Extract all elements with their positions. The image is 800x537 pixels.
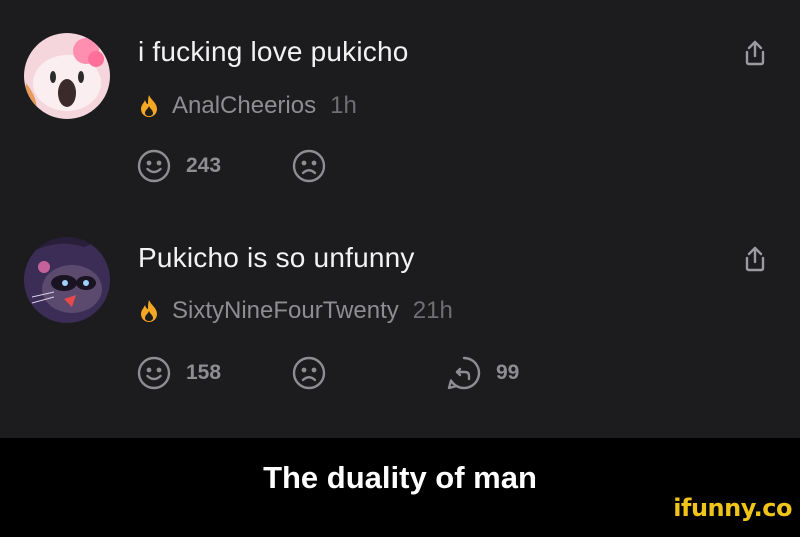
comment-actions: 158 99 — [136, 355, 636, 391]
replies-button[interactable]: 99 — [446, 355, 519, 391]
comment-meta: AnalCheerios 1h — [138, 91, 357, 121]
caption-text: The duality of man — [263, 460, 537, 495]
smile-button[interactable]: 243 — [136, 148, 221, 184]
timestamp: 1h — [330, 92, 357, 119]
comment-item: i fucking love pukicho AnalCheerios 1h 2… — [0, 0, 800, 200]
smile-icon — [137, 356, 171, 390]
smile-count: 243 — [186, 154, 222, 177]
raccoon-avatar[interactable] — [24, 237, 110, 323]
share-icon[interactable] — [740, 244, 770, 274]
hello-kitty-avatar[interactable] — [24, 33, 110, 119]
flame-icon — [141, 95, 157, 117]
comment-feed: i fucking love pukicho AnalCheerios 1h 2… — [0, 0, 800, 438]
username-link[interactable]: AnalCheerios — [172, 92, 316, 120]
smile-button[interactable]: 158 — [136, 355, 221, 391]
flame-icon — [141, 300, 157, 322]
timestamp: 21h — [412, 297, 453, 324]
unsmile-button[interactable] — [291, 148, 327, 184]
reply-icon — [447, 356, 481, 390]
ifunny-watermark: ifunny.co — [673, 494, 792, 522]
unsmile-button[interactable] — [291, 355, 327, 391]
frown-icon — [292, 356, 326, 390]
comment-meta: SixtyNineFourTwenty 21h — [138, 296, 453, 326]
comment-title: Pukicho is so unfunny — [138, 242, 415, 273]
frown-icon — [292, 149, 326, 183]
comment-actions: 243 — [136, 148, 636, 184]
smile-count: 158 — [186, 361, 222, 384]
comment-item: Pukicho is so unfunny SixtyNineFourTwent… — [0, 200, 800, 400]
username-link[interactable]: SixtyNineFourTwenty — [172, 297, 399, 325]
smile-icon — [137, 149, 171, 183]
comment-title: i fucking love pukicho — [138, 36, 409, 67]
share-icon[interactable] — [740, 38, 770, 68]
reply-count: 99 — [496, 361, 520, 384]
